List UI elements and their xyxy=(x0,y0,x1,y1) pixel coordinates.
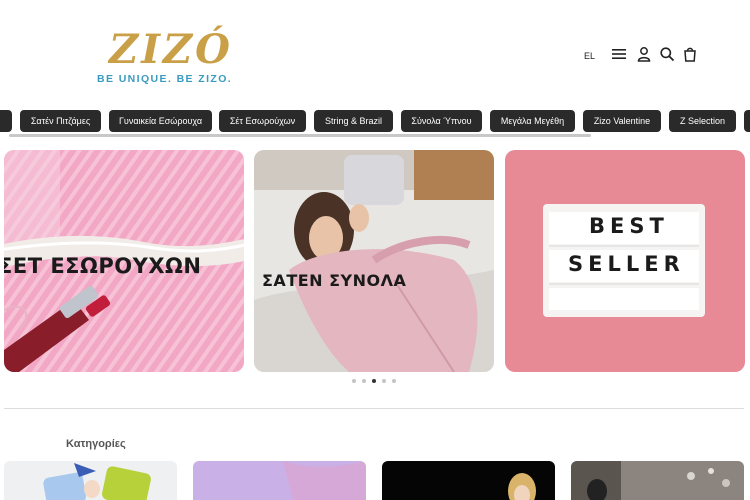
brand-logo[interactable]: ZIZÓ BE UNIQUE. BE ZIZO. xyxy=(97,22,247,88)
slide-satin-sets[interactable]: ΣΑΤΕΝ ΣΥΝΟΛΑ xyxy=(254,150,494,372)
category-chip[interactable]: Σέτ Εσωρούχων xyxy=(219,110,306,132)
search-icon[interactable] xyxy=(659,46,675,62)
site-header: ZIZÓ BE UNIQUE. BE ZIZO. EL xyxy=(0,0,750,100)
category-card-image xyxy=(571,461,744,500)
category-chip[interactable]: Σύνολα Ύπνου xyxy=(401,110,482,132)
lightbox-line: BEST xyxy=(589,214,669,238)
cart-icon[interactable] xyxy=(682,46,698,62)
slide-best-seller[interactable]: BEST SELLER xyxy=(505,150,745,372)
slide-title: ΣΕΤ ΕΣΩΡΟΥΧΩΝ xyxy=(4,254,202,278)
category-chip[interactable]: Σατέν Πιτζάμες xyxy=(20,110,101,132)
section-divider xyxy=(4,408,744,409)
category-card[interactable] xyxy=(4,461,177,500)
category-card[interactable] xyxy=(382,461,555,500)
lightbox-line: SELLER xyxy=(568,252,685,276)
menu-icon[interactable] xyxy=(611,46,627,62)
logo-wordmark: ZIZÓ xyxy=(109,26,233,73)
slide-satin-image xyxy=(254,150,494,372)
category-card-image xyxy=(382,461,555,500)
slider-dot[interactable] xyxy=(382,379,386,383)
slide-lingerie-sets[interactable]: ΣΕΤ ΕΣΩΡΟΥΧΩΝ xyxy=(4,150,244,372)
category-chip[interactable]: Z Selection xyxy=(669,110,736,132)
category-card[interactable] xyxy=(193,461,366,500)
slider-dot[interactable] xyxy=(392,379,396,383)
slider-dot-active[interactable] xyxy=(372,379,376,383)
categories-heading: Κατηγορίες xyxy=(66,438,126,450)
category-chip[interactable]: Μεγάλα Μεγέθη xyxy=(490,110,575,132)
category-chip-bar[interactable]: Σατέν Πιτζάμες Γυναικεία Εσώρουχα Σέτ Εσ… xyxy=(0,110,750,138)
category-chip[interactable]: String & Brazil xyxy=(314,110,393,132)
category-card-image xyxy=(4,461,177,500)
category-card[interactable] xyxy=(571,461,744,500)
category-chip[interactable]: Γυναικεία Εσώρουχα xyxy=(109,110,212,132)
logo-tagline: BE UNIQUE. BE ZIZO. xyxy=(97,73,233,85)
category-chip-partial[interactable] xyxy=(0,110,12,132)
category-card-image xyxy=(193,461,366,500)
language-selector[interactable]: EL xyxy=(584,51,595,61)
category-chip-partial[interactable] xyxy=(744,110,750,132)
chip-scrollbar[interactable] xyxy=(9,134,591,137)
slider-dot[interactable] xyxy=(362,379,366,383)
category-chip[interactable]: Zizo Valentine xyxy=(583,110,661,132)
user-icon[interactable] xyxy=(636,46,652,62)
slide-title: ΣΑΤΕΝ ΣΥΝΟΛΑ xyxy=(262,271,407,290)
slider-dot[interactable] xyxy=(352,379,356,383)
